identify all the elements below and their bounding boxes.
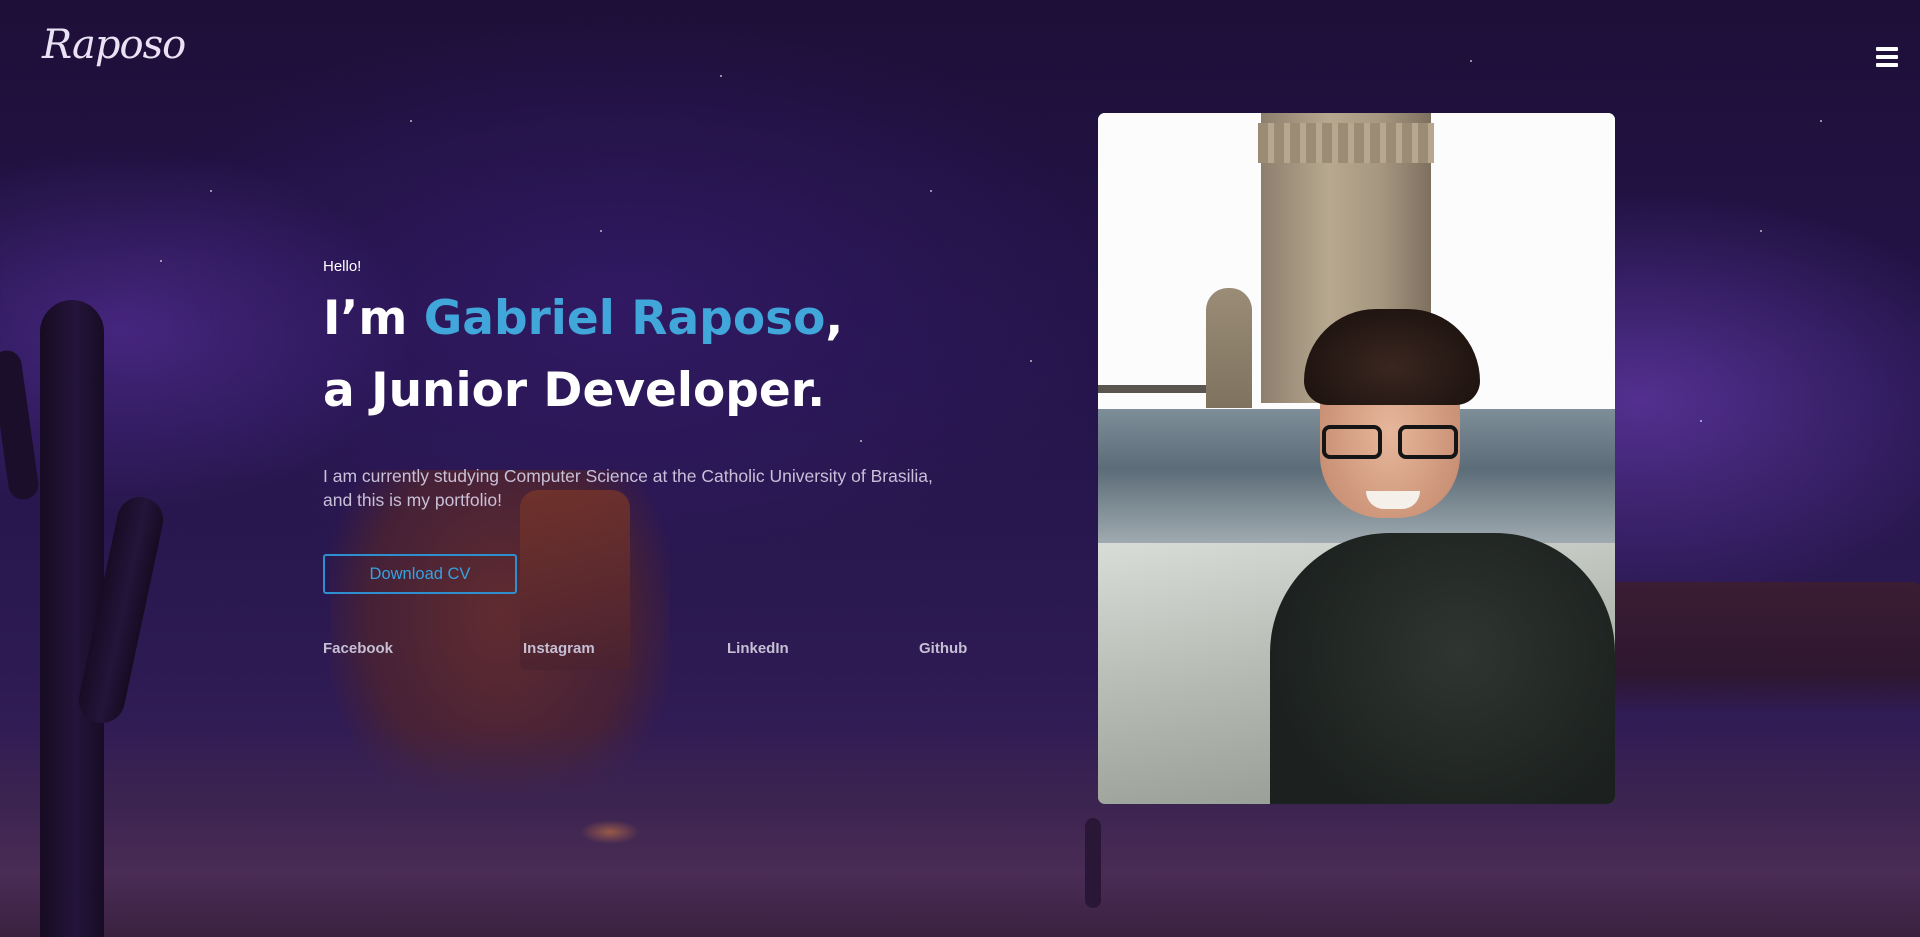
- small-cactus: [1085, 818, 1101, 908]
- site-logo[interactable]: Raposo: [42, 22, 186, 68]
- desert-ground: [0, 727, 1920, 937]
- menu-bar: [1876, 63, 1898, 67]
- photo-tower-top: [1258, 123, 1434, 163]
- greeting-text: Hello!: [323, 258, 362, 275]
- headline-comma: ,: [825, 291, 844, 346]
- facebook-link[interactable]: Facebook: [323, 640, 393, 657]
- intro-line: and this is my portfolio!: [323, 490, 502, 510]
- download-cv-button[interactable]: Download CV: [323, 554, 517, 594]
- headline-role: a Junior Developer.: [323, 363, 826, 418]
- headline-prefix: I’m: [323, 291, 424, 346]
- hero-headline: I’m Gabriel Raposo, a Junior Developer.: [323, 283, 1003, 427]
- photo-turret: [1206, 288, 1252, 408]
- social-links: Facebook Instagram LinkedIn Github: [323, 640, 973, 660]
- glasses-lens: [1322, 425, 1382, 459]
- linkedin-link[interactable]: LinkedIn: [727, 640, 789, 657]
- menu-bar: [1876, 55, 1898, 59]
- headline-name: Gabriel Raposo: [423, 291, 826, 346]
- intro-text: I am currently studying Computer Science…: [323, 464, 1003, 512]
- campfire-glow: [580, 820, 640, 844]
- cactus-arm: [0, 348, 41, 502]
- intro-line: I am currently studying Computer Science…: [323, 466, 933, 486]
- instagram-link[interactable]: Instagram: [523, 640, 595, 657]
- cactus-arm: [74, 492, 168, 728]
- github-link[interactable]: Github: [919, 640, 967, 657]
- photo-glasses: [1322, 425, 1462, 461]
- menu-bar: [1876, 47, 1898, 51]
- cactus-silhouette: [40, 300, 104, 937]
- glasses-lens: [1398, 425, 1458, 459]
- photo-person-body: [1270, 533, 1615, 804]
- mesa-silhouette: [1610, 582, 1920, 712]
- hamburger-menu-icon[interactable]: [1876, 47, 1898, 67]
- profile-photo: [1098, 113, 1615, 804]
